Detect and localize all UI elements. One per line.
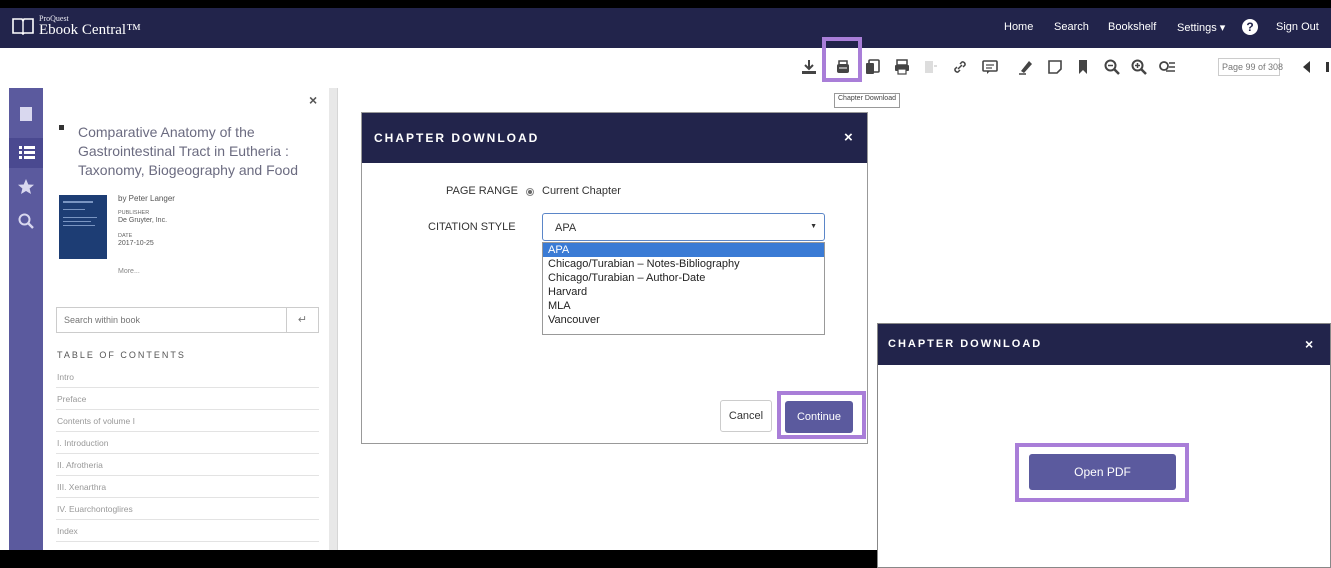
citation-option-mla[interactable]: MLA	[543, 299, 824, 313]
citation-option-chicago-notes[interactable]: Chicago/Turabian – Notes-Bibliography	[543, 257, 824, 271]
toc-item[interactable]: Contents of volume I	[56, 410, 319, 432]
top-navigation-bar: ProQuest Ebook Central™ Home Search Book…	[0, 8, 1331, 48]
page-indicator: Page 99 of 308	[1222, 62, 1284, 72]
nav-home[interactable]: Home	[1004, 21, 1033, 33]
copy-icon[interactable]	[864, 58, 882, 76]
zoom-out-icon[interactable]	[1103, 58, 1121, 76]
toc-heading: TABLE OF CONTENTS	[57, 350, 186, 360]
help-icon[interactable]: ?	[1242, 19, 1258, 35]
dialog-header: CHAPTER DOWNLOAD ×	[878, 324, 1330, 365]
toc-item[interactable]: Intro	[56, 366, 319, 388]
book-cover-image[interactable]	[59, 195, 107, 259]
previous-page-icon[interactable]	[1298, 58, 1316, 76]
next-page-icon[interactable]	[1324, 58, 1331, 76]
more-link[interactable]: More...	[118, 268, 140, 275]
book-date: 2017-10-25	[118, 240, 154, 247]
search-icon[interactable]	[17, 212, 35, 230]
page-range-label: PAGE RANGE	[446, 185, 518, 197]
table-of-contents-list: Intro Preface Contents of volume I I. In…	[56, 366, 319, 542]
cancel-button[interactable]: Cancel	[720, 400, 772, 432]
nav-sign-out[interactable]: Sign Out	[1276, 21, 1319, 33]
book-icon[interactable]	[17, 105, 35, 123]
top-black-band	[0, 0, 1331, 8]
nav-bookshelf[interactable]: Bookshelf	[1108, 21, 1156, 33]
panel-resize-handle[interactable]	[329, 88, 337, 550]
toc-item[interactable]: I. Introduction	[56, 432, 319, 454]
citation-style-select[interactable]: APA ▼	[542, 213, 825, 241]
citation-style-value: APA	[555, 222, 577, 234]
search-within-book: ↵	[56, 307, 319, 333]
current-chapter-radio[interactable]	[526, 188, 534, 196]
dialog-title: CHAPTER DOWNLOAD	[888, 338, 1043, 350]
toc-item[interactable]: Index	[56, 520, 319, 542]
nav-links: Home Search Bookshelf Settings ▾ ? Sign …	[0, 8, 1331, 48]
link-icon[interactable]	[951, 58, 969, 76]
toc-item[interactable]: III. Xenarthra	[56, 476, 319, 498]
current-chapter-label: Current Chapter	[542, 185, 621, 197]
reader-gutter	[337, 88, 338, 550]
continue-highlight	[777, 391, 866, 439]
citation-option-apa[interactable]: APA	[543, 243, 824, 257]
publisher-label: PUBLISHER	[118, 210, 150, 216]
date-label: DATE	[118, 233, 133, 239]
cite-icon[interactable]	[981, 58, 999, 76]
open-pdf-highlight	[1015, 443, 1189, 502]
download-icon[interactable]	[800, 58, 818, 76]
book-title[interactable]: Comparative Anatomy of the Gastrointesti…	[78, 123, 323, 180]
book-details-panel: × Comparative Anatomy of the Gastrointes…	[43, 88, 329, 550]
bookmark-icon[interactable]	[1074, 58, 1092, 76]
star-icon[interactable]	[17, 178, 35, 196]
note-icon[interactable]	[1046, 58, 1064, 76]
bullet-icon	[59, 125, 64, 130]
dialog-title: CHAPTER DOWNLOAD	[374, 131, 540, 145]
table-of-contents-icon[interactable]	[9, 138, 43, 168]
print-icon[interactable]	[893, 58, 911, 76]
zoom-in-icon[interactable]	[1130, 58, 1148, 76]
toc-item[interactable]: IV. Euarchontoglires	[56, 498, 319, 520]
citation-option-vancouver[interactable]: Vancouver	[543, 313, 824, 327]
close-dialog-icon[interactable]: ×	[1305, 336, 1315, 352]
citation-option-chicago-author-date[interactable]: Chicago/Turabian – Author-Date	[543, 271, 824, 285]
chapter-download-highlight	[822, 37, 862, 82]
toc-item[interactable]: Preface	[56, 388, 319, 410]
nav-settings[interactable]: Settings ▾	[1177, 21, 1225, 34]
left-icon-rail	[9, 88, 43, 550]
reader-toolbar: Page 99 of 308	[0, 48, 1331, 88]
citation-style-label: CITATION STYLE	[428, 221, 516, 233]
search-within-book-input[interactable]	[57, 308, 287, 332]
chapter-download-tooltip: Chapter Download	[834, 93, 900, 108]
fit-page-icon[interactable]	[1158, 58, 1176, 76]
highlight-icon[interactable]	[1017, 58, 1035, 76]
chevron-down-icon: ▼	[810, 223, 817, 230]
book-publisher: De Gruyter, Inc.	[118, 217, 168, 224]
bottom-black-band	[0, 550, 877, 568]
close-panel-icon[interactable]: ×	[309, 92, 317, 108]
toc-item[interactable]: II. Afrotheria	[56, 454, 319, 476]
enter-icon[interactable]: ↵	[286, 308, 318, 332]
nav-search[interactable]: Search	[1054, 21, 1089, 33]
citation-option-harvard[interactable]: Harvard	[543, 285, 824, 299]
disabled-text-icon	[921, 58, 939, 76]
dialog-header: CHAPTER DOWNLOAD ×	[362, 113, 867, 163]
citation-style-options: APA Chicago/Turabian – Notes-Bibliograph…	[542, 242, 825, 335]
close-dialog-icon[interactable]: ×	[844, 129, 855, 146]
book-author: by Peter Langer	[118, 194, 175, 203]
